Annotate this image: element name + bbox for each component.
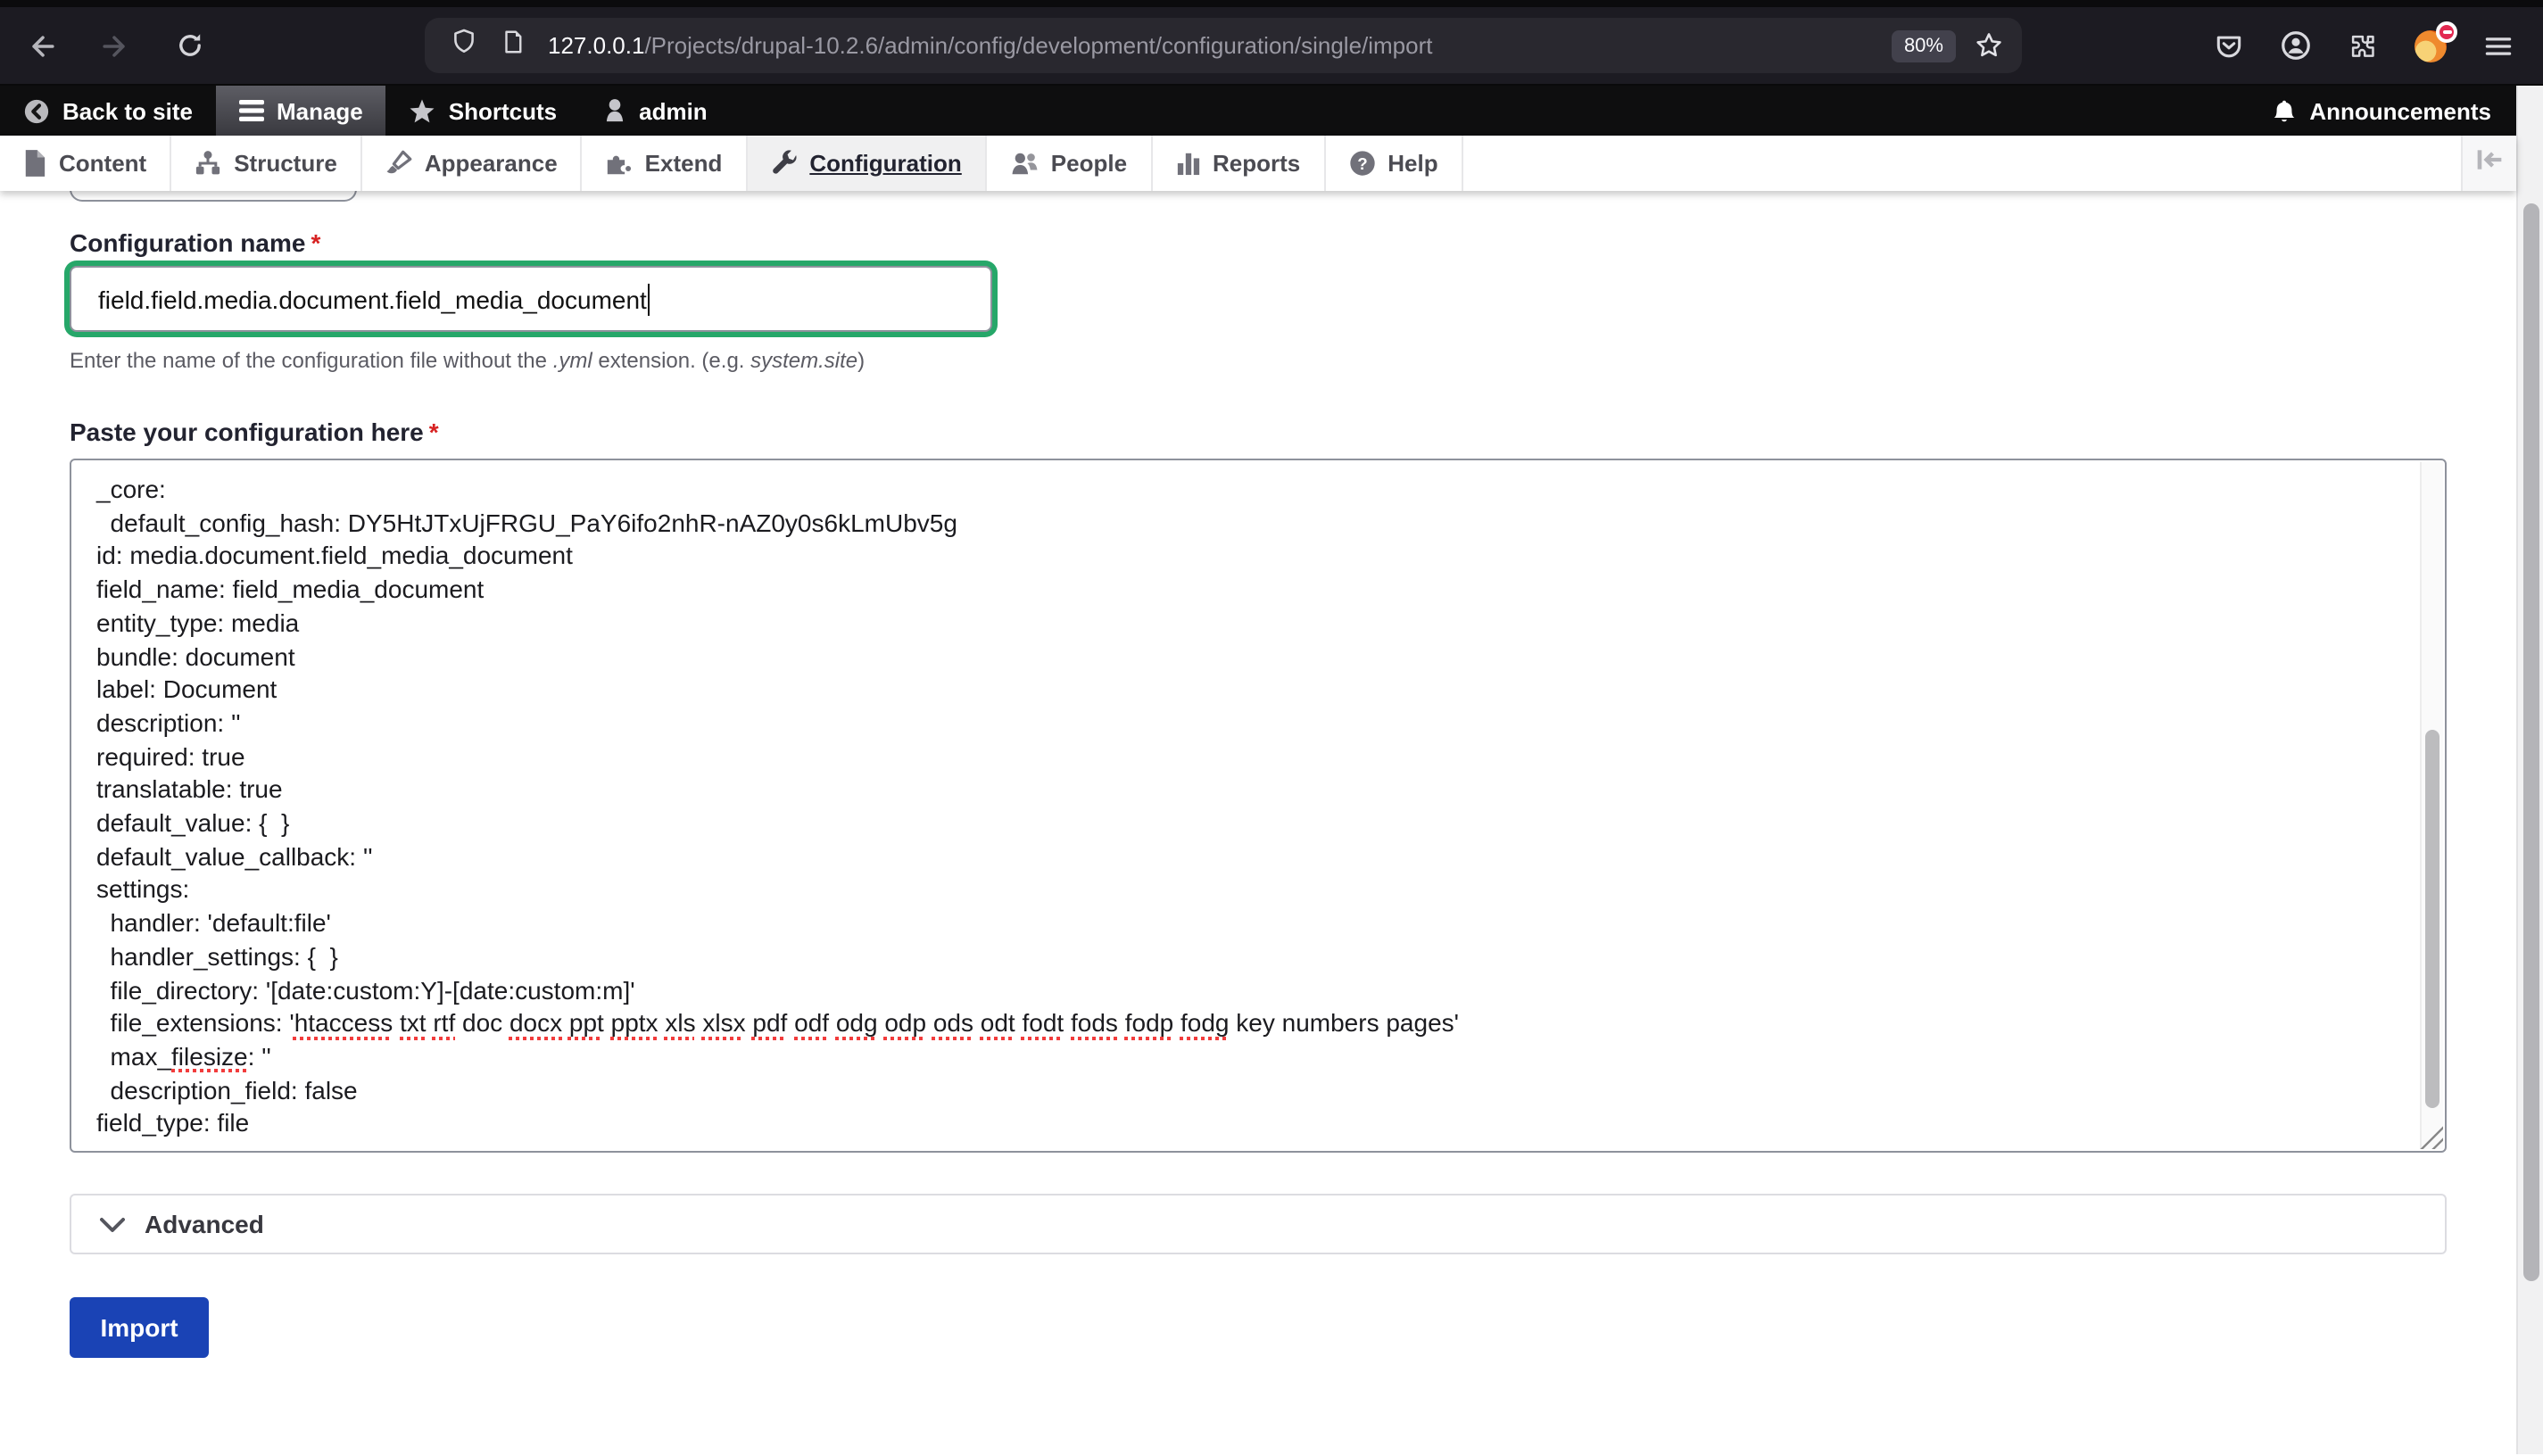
tracking-shield-icon[interactable] — [450, 27, 478, 64]
paste-configuration-label: Paste your configuration here* — [70, 418, 2516, 446]
tab-label: Structure — [234, 150, 337, 177]
back-to-site-label: Back to site — [62, 97, 193, 124]
admin-user-label: admin — [639, 97, 708, 124]
chevron-down-icon — [100, 1216, 125, 1232]
tab-appearance[interactable]: Appearance — [362, 136, 583, 191]
window-titlebar — [0, 0, 2543, 7]
page-viewport: Back to site Manage Shortcuts admin — [0, 86, 2543, 1454]
forward-icon[interactable] — [96, 28, 132, 63]
manage-tab[interactable]: Manage — [216, 86, 386, 136]
tab-extend[interactable]: Extend — [583, 136, 748, 191]
zoom-level-badge[interactable]: 80% — [1892, 29, 1956, 62]
brush-icon — [385, 150, 412, 177]
configuration-import-textarea[interactable]: _core: default_config_hash: DY5HtJTxUjFR… — [70, 459, 2447, 1153]
configuration-yaml-text: _core: default_config_hash: DY5HtJTxUjFR… — [71, 460, 2445, 1153]
manage-menu-icon — [239, 100, 264, 121]
tab-label: Appearance — [425, 150, 558, 177]
help-icon: ? — [1348, 150, 1375, 177]
svg-text:?: ? — [1357, 154, 1367, 173]
bar-chart-icon — [1175, 150, 1200, 177]
text-caret — [649, 283, 650, 315]
shortcuts-label: Shortcuts — [449, 97, 557, 124]
tab-label: Extend — [645, 150, 723, 177]
configuration-name-label: Configuration name* — [70, 228, 2516, 257]
tab-label: Help — [1387, 150, 1437, 177]
configuration-name-help: Enter the name of the configuration file… — [70, 348, 2516, 373]
page-scrollbar[interactable] — [2516, 86, 2543, 1454]
drupal-admin-toolbar: Back to site Manage Shortcuts admin — [0, 86, 2516, 136]
toolbar-collapse-button[interactable] — [2461, 136, 2516, 191]
textarea-scrollbar-thumb[interactable] — [2425, 730, 2439, 1108]
textarea-scrollbar[interactable] — [2420, 462, 2443, 1149]
admin-user-tab[interactable]: admin — [580, 86, 731, 136]
blocked-badge — [2436, 21, 2457, 42]
required-marker: * — [429, 418, 439, 446]
sitemap-icon — [195, 150, 221, 177]
menu-hamburger-icon[interactable] — [2482, 29, 2514, 62]
shortcuts-tab[interactable]: Shortcuts — [386, 86, 580, 136]
url-bar[interactable]: 127.0.0.1/Projects/drupal-10.2.6/admin/c… — [425, 18, 2022, 73]
manage-label: Manage — [277, 97, 363, 124]
page-info-icon[interactable] — [500, 28, 526, 63]
tab-label: People — [1051, 150, 1127, 177]
configuration-type-select-partial[interactable] — [70, 191, 357, 202]
advanced-section-toggle[interactable]: Advanced — [70, 1194, 2447, 1254]
back-to-site-icon — [23, 97, 50, 124]
collapse-arrow-icon — [2475, 147, 2504, 179]
browser-toolbar: 127.0.0.1/Projects/drupal-10.2.6/admin/c… — [0, 7, 2543, 86]
tab-label: Reports — [1213, 150, 1300, 177]
bookmark-star-icon[interactable] — [1974, 30, 2004, 61]
announcements-button[interactable]: Announcements — [2247, 86, 2516, 136]
tab-label: Configuration — [809, 150, 961, 177]
document-icon — [23, 150, 46, 177]
reload-icon[interactable] — [171, 28, 207, 63]
back-to-site-button[interactable]: Back to site — [0, 86, 216, 136]
tab-configuration[interactable]: Configuration — [747, 136, 986, 191]
url-host: 127.0.0.1 — [548, 32, 644, 59]
import-form-page: Configuration name* field.field.media.do… — [0, 191, 2516, 1454]
single-import-form: Configuration name* field.field.media.do… — [0, 191, 2516, 1358]
configuration-name-value: field.field.media.document.field_media_d… — [98, 285, 647, 313]
advanced-label: Advanced — [145, 1210, 264, 1238]
bell-icon — [2272, 97, 2297, 124]
tab-people[interactable]: People — [987, 136, 1152, 191]
announcements-label: Announcements — [2309, 97, 2491, 124]
people-icon — [1010, 150, 1039, 177]
puzzle-icon — [606, 150, 633, 177]
url-text[interactable]: 127.0.0.1/Projects/drupal-10.2.6/admin/c… — [548, 32, 1433, 59]
page-scrollbar-thumb[interactable] — [2523, 203, 2539, 1281]
wrench-icon — [770, 150, 797, 177]
account-icon[interactable] — [2279, 29, 2313, 62]
configuration-name-input[interactable]: field.field.media.document.field_media_d… — [70, 266, 992, 332]
back-icon[interactable] — [25, 28, 61, 63]
container-extension-icon[interactable] — [2413, 28, 2448, 63]
tab-help[interactable]: ? Help — [1325, 136, 1462, 191]
user-icon — [603, 98, 626, 123]
tab-structure[interactable]: Structure — [171, 136, 362, 191]
drupal-menu-bar: Content Structure Appearance Extend — [0, 136, 2516, 191]
browser-window: 127.0.0.1/Projects/drupal-10.2.6/admin/c… — [0, 0, 2543, 1456]
toolbar-right-icons — [2213, 28, 2514, 63]
pocket-icon[interactable] — [2213, 29, 2245, 62]
tab-label: Content — [59, 150, 146, 177]
tab-content[interactable]: Content — [0, 136, 171, 191]
required-marker: * — [311, 228, 320, 257]
extensions-puzzle-icon[interactable] — [2347, 29, 2379, 62]
shortcuts-star-icon — [410, 97, 436, 124]
tab-reports[interactable]: Reports — [1152, 136, 1325, 191]
url-path: /Projects/drupal-10.2.6/admin/config/dev… — [644, 32, 1432, 59]
import-button[interactable]: Import — [70, 1297, 209, 1358]
